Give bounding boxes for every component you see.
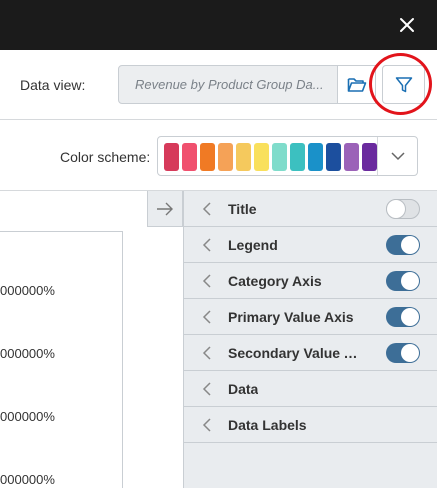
panel-section-data[interactable]: Data [184,371,437,407]
toggle-knob [401,308,419,326]
panel-section-label: Legend [228,236,278,253]
panel-section-secondary-value-a[interactable]: Secondary Value A... [184,335,437,371]
collapse-panel-button[interactable] [147,191,183,227]
close-button[interactable] [395,13,419,37]
toggle-switch[interactable] [386,199,420,219]
toggle-switch[interactable] [386,235,420,255]
chevron-down-icon[interactable] [377,137,417,175]
chevron-left-icon [202,345,218,361]
toggle-knob [401,272,419,290]
toggle-switch[interactable] [386,343,420,363]
color-swatch [272,143,287,171]
axis-tick-label: 000000% [0,472,55,487]
color-swatch [200,143,215,171]
chevron-left-icon [202,237,218,253]
close-icon [400,18,414,32]
color-swatch [182,143,197,171]
color-scheme-select[interactable] [157,136,418,176]
data-view-label: Data view: [20,77,86,93]
color-swatch [218,143,233,171]
chevron-left-icon [202,417,218,433]
color-swatch [164,143,179,171]
data-view-row: Data view: Revenue by Product Group Da..… [0,50,437,120]
color-scheme-row: Color scheme: [0,121,437,191]
color-swatch [254,143,269,171]
panel-section-data-labels[interactable]: Data Labels [184,407,437,443]
panel-section-label: Data [228,380,259,397]
chevron-left-icon [202,201,218,217]
filter-button[interactable] [382,65,425,104]
panel-section-legend[interactable]: Legend [184,227,437,263]
axis-tick-label: 000000% [0,283,55,298]
toggle-switch[interactable] [386,271,420,291]
browse-data-view-button[interactable] [338,65,376,104]
format-panel: Title Legend Category Axis Primary Value Ax… [183,191,437,488]
filter-icon [395,76,412,92]
color-swatch [290,143,305,171]
panel-section-category-axis[interactable]: Category Axis [184,263,437,299]
toggle-knob [387,200,405,218]
panel-section-label: Category Axis [228,272,322,289]
data-view-field[interactable]: Revenue by Product Group Da... [118,65,338,104]
color-swatch [362,143,377,171]
panel-section-title[interactable]: Title [184,191,437,227]
arrow-right-icon [157,202,173,215]
folder-open-icon [347,77,366,92]
panel-section-label: Secondary Value A... [228,344,358,361]
toggle-knob [401,344,419,362]
panel-section-primary-value-axis[interactable]: Primary Value Axis [184,299,437,335]
panel-section-label: Data Labels [228,416,307,433]
panel-section-label: Primary Value Axis [228,308,354,325]
color-swatch [344,143,359,171]
chevron-left-icon [202,273,218,289]
toggle-knob [401,236,419,254]
panel-section-label: Title [228,200,257,217]
axis-tick-label: 000000% [0,409,55,424]
axis-tick-label: 000000% [0,346,55,361]
color-swatch [326,143,341,171]
color-swatch [236,143,251,171]
dialog-titlebar [0,0,437,50]
chevron-left-icon [202,381,218,397]
toggle-switch[interactable] [386,307,420,327]
color-swatches [164,143,377,171]
color-swatch [308,143,323,171]
chevron-left-icon [202,309,218,325]
color-scheme-label: Color scheme: [60,149,151,165]
